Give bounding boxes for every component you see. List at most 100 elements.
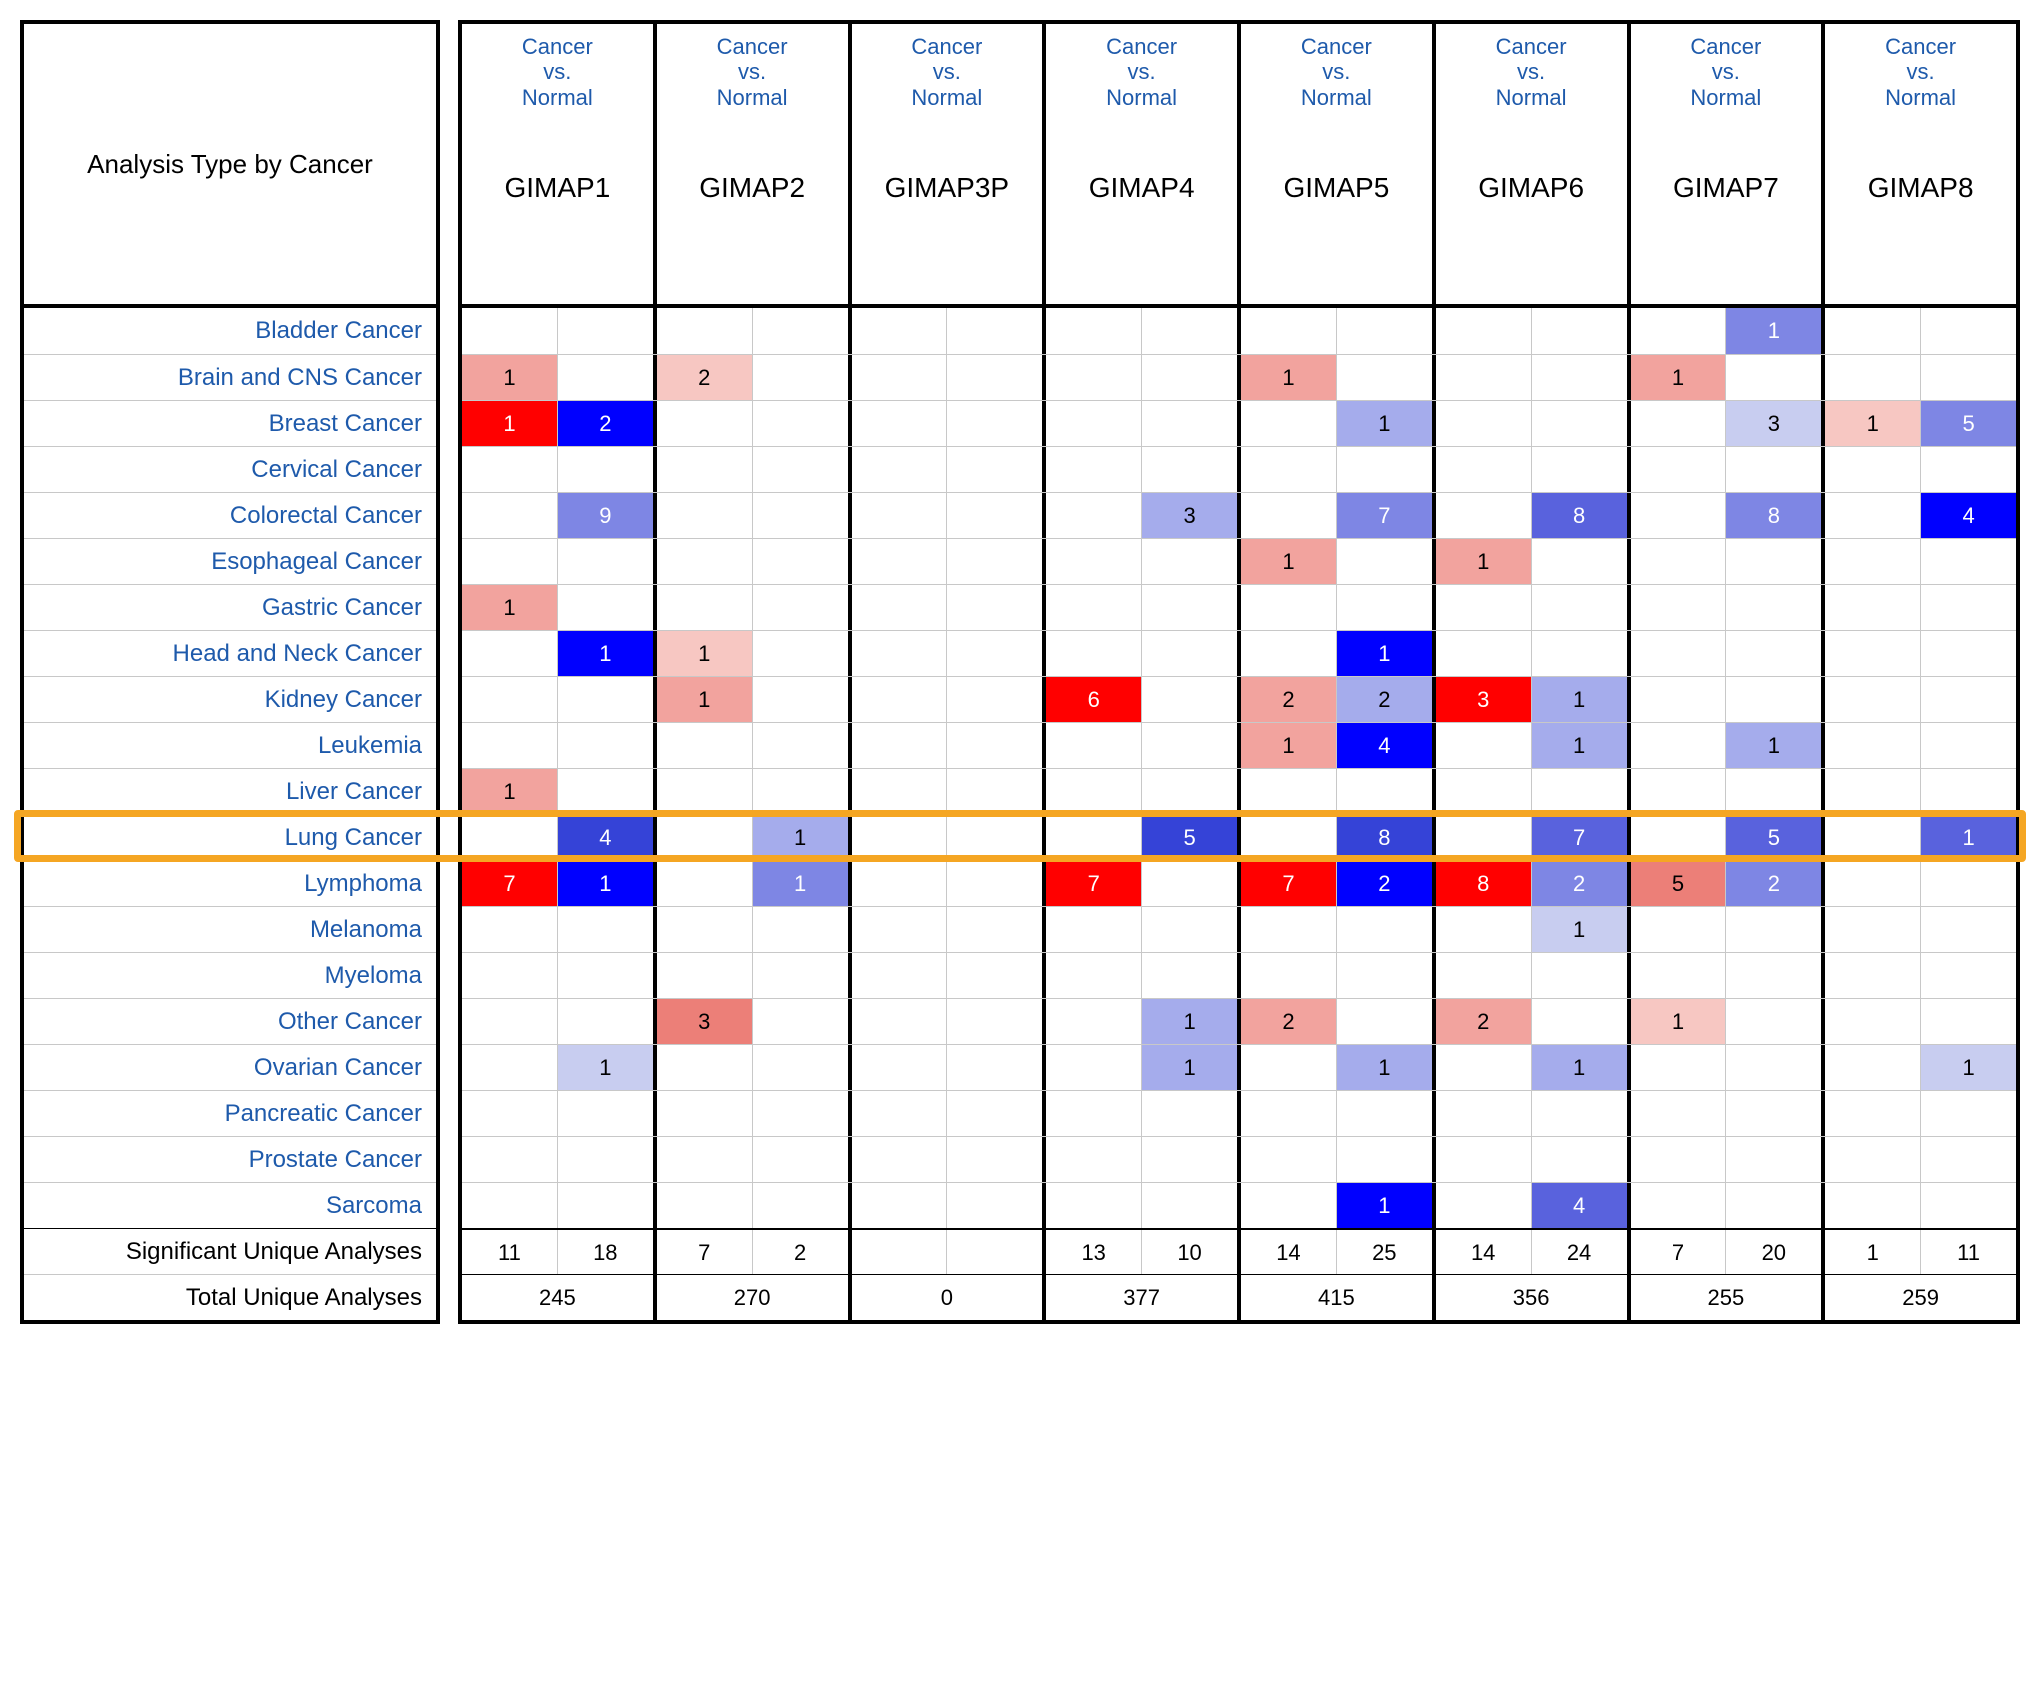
cell-down[interactable] (1142, 401, 1237, 446)
cell-down[interactable]: 1 (1726, 308, 1821, 354)
cancer-row[interactable]: Cervical Cancer (24, 446, 436, 492)
cell-down[interactable] (947, 907, 1042, 952)
cell-down[interactable] (1337, 539, 1432, 584)
cell-down[interactable] (947, 585, 1042, 630)
cell-down[interactable] (1921, 585, 2016, 630)
cell-down[interactable]: 1 (1337, 401, 1432, 446)
cell-up[interactable] (852, 907, 948, 952)
cell-down[interactable] (1142, 677, 1237, 722)
cell-down[interactable] (558, 677, 653, 722)
cell-down[interactable] (1921, 308, 2016, 354)
cell-down[interactable] (558, 355, 653, 400)
cell-down[interactable] (1532, 447, 1627, 492)
cell-up[interactable]: 2 (1241, 677, 1337, 722)
cell-up[interactable] (1631, 1045, 1727, 1090)
cell-up[interactable] (852, 631, 948, 676)
cell-down[interactable] (1142, 723, 1237, 768)
cell-up[interactable] (1046, 953, 1142, 998)
cell-up[interactable] (852, 539, 948, 584)
cell-down[interactable] (1337, 585, 1432, 630)
cell-down[interactable]: 3 (1142, 493, 1237, 538)
cell-up[interactable]: 2 (657, 355, 753, 400)
cell-up[interactable]: 1 (1241, 539, 1337, 584)
cell-up[interactable]: 6 (1046, 677, 1142, 722)
cell-up[interactable] (1241, 447, 1337, 492)
cell-down[interactable] (947, 1045, 1042, 1090)
cell-down[interactable] (947, 769, 1042, 814)
cell-down[interactable]: 7 (1532, 815, 1627, 860)
cell-up[interactable] (1631, 447, 1727, 492)
cell-down[interactable]: 1 (1532, 723, 1627, 768)
cell-up[interactable] (1631, 815, 1727, 860)
cell-down[interactable] (1142, 861, 1237, 906)
cell-down[interactable]: 1 (1532, 677, 1627, 722)
cell-up[interactable] (1436, 769, 1532, 814)
cell-up[interactable] (852, 308, 948, 354)
cell-down[interactable] (753, 447, 848, 492)
cell-up[interactable] (852, 815, 948, 860)
cell-up[interactable]: 1 (462, 585, 558, 630)
cell-up[interactable] (1825, 308, 1921, 354)
cell-up[interactable] (852, 723, 948, 768)
cell-down[interactable]: 4 (1921, 493, 2016, 538)
cell-down[interactable] (753, 1045, 848, 1090)
cell-down[interactable] (753, 585, 848, 630)
cell-up[interactable] (657, 953, 753, 998)
cell-down[interactable] (753, 769, 848, 814)
cell-down[interactable] (1726, 769, 1821, 814)
cell-down[interactable] (1532, 769, 1627, 814)
cell-down[interactable]: 4 (1337, 723, 1432, 768)
cell-up[interactable] (1631, 539, 1727, 584)
cell-up[interactable] (462, 907, 558, 952)
cell-up[interactable] (1825, 1045, 1921, 1090)
cell-up[interactable] (1825, 769, 1921, 814)
cell-up[interactable] (1046, 355, 1142, 400)
cell-up[interactable] (1241, 631, 1337, 676)
cell-up[interactable] (1241, 401, 1337, 446)
cell-down[interactable] (1337, 447, 1432, 492)
cell-down[interactable]: 1 (1726, 723, 1821, 768)
cell-up[interactable] (1436, 493, 1532, 538)
cell-up[interactable] (1046, 1045, 1142, 1090)
cell-up[interactable] (1825, 861, 1921, 906)
cell-up[interactable] (1241, 815, 1337, 860)
cell-up[interactable] (1436, 1091, 1532, 1136)
cell-down[interactable] (558, 1091, 653, 1136)
cell-up[interactable] (657, 769, 753, 814)
cell-down[interactable]: 1 (1921, 1045, 2016, 1090)
cell-up[interactable]: 7 (1241, 861, 1337, 906)
cell-down[interactable] (1726, 447, 1821, 492)
cell-down[interactable] (1337, 355, 1432, 400)
cell-down[interactable] (558, 1137, 653, 1182)
cell-down[interactable] (1726, 677, 1821, 722)
cell-down[interactable] (1921, 723, 2016, 768)
cell-up[interactable] (852, 585, 948, 630)
cell-up[interactable] (657, 585, 753, 630)
cell-down[interactable]: 1 (558, 861, 653, 906)
cell-down[interactable] (947, 1183, 1042, 1228)
cell-down[interactable] (1142, 1183, 1237, 1228)
cell-up[interactable] (852, 953, 948, 998)
cell-up[interactable] (852, 355, 948, 400)
cell-up[interactable] (1046, 1091, 1142, 1136)
cell-up[interactable] (1825, 355, 1921, 400)
cancer-row[interactable]: Sarcoma (24, 1182, 436, 1228)
cell-down[interactable] (753, 907, 848, 952)
cell-down[interactable]: 1 (753, 861, 848, 906)
cell-down[interactable] (753, 1091, 848, 1136)
cell-up[interactable] (1436, 1183, 1532, 1228)
cell-up[interactable] (1436, 631, 1532, 676)
cell-down[interactable] (558, 907, 653, 952)
cell-down[interactable] (1337, 1091, 1432, 1136)
cell-down[interactable] (1142, 1091, 1237, 1136)
cell-down[interactable] (753, 999, 848, 1044)
cell-up[interactable]: 1 (462, 769, 558, 814)
cell-down[interactable]: 1 (1337, 1183, 1432, 1228)
cell-down[interactable] (1726, 355, 1821, 400)
cell-down[interactable]: 5 (1921, 401, 2016, 446)
cell-up[interactable] (1631, 1137, 1727, 1182)
cell-down[interactable]: 5 (1142, 815, 1237, 860)
cell-down[interactable] (947, 631, 1042, 676)
cell-down[interactable] (558, 539, 653, 584)
cell-down[interactable] (1726, 1091, 1821, 1136)
